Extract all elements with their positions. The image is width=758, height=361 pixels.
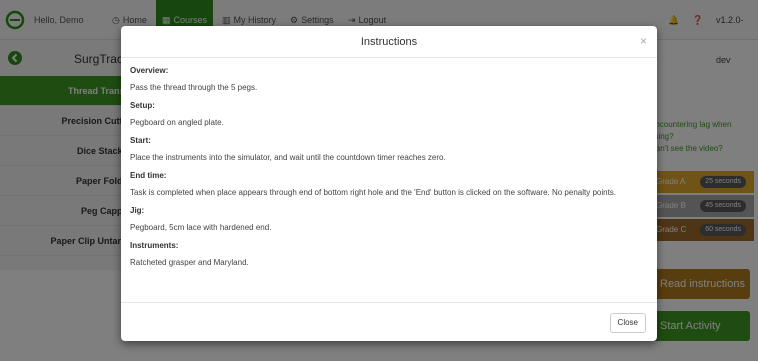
close-icon[interactable]: × (640, 34, 647, 48)
jig-text: Pegboard, 5cm lace with hardened end. (130, 223, 272, 232)
end-time-text: Task is completed when place appears thr… (130, 188, 617, 197)
start-text: Place the instruments into the simulator… (130, 153, 446, 162)
modal-body: Overview: Pass the thread through the 5 … (130, 66, 645, 276)
overview-text: Pass the thread through the 5 pegs. (130, 83, 258, 92)
modal-footer: Close (121, 302, 657, 341)
modal-header: Instructions × (121, 26, 657, 58)
modal-title: Instructions (360, 36, 418, 48)
setup-text: Pegboard on angled plate. (130, 118, 224, 127)
setup-heading: Setup: (130, 101, 155, 110)
instruments-heading: Instruments: (130, 241, 179, 250)
jig-heading: Jig: (130, 206, 145, 215)
instruments-text: Ratcheted grasper and Maryland. (130, 258, 249, 267)
start-heading: Start: (130, 136, 151, 145)
close-button[interactable]: Close (609, 313, 646, 333)
overview-heading: Overview: (130, 66, 169, 75)
instructions-modal: Instructions × Overview: Pass the thread… (121, 26, 657, 341)
end-time-heading: End time: (130, 171, 167, 180)
